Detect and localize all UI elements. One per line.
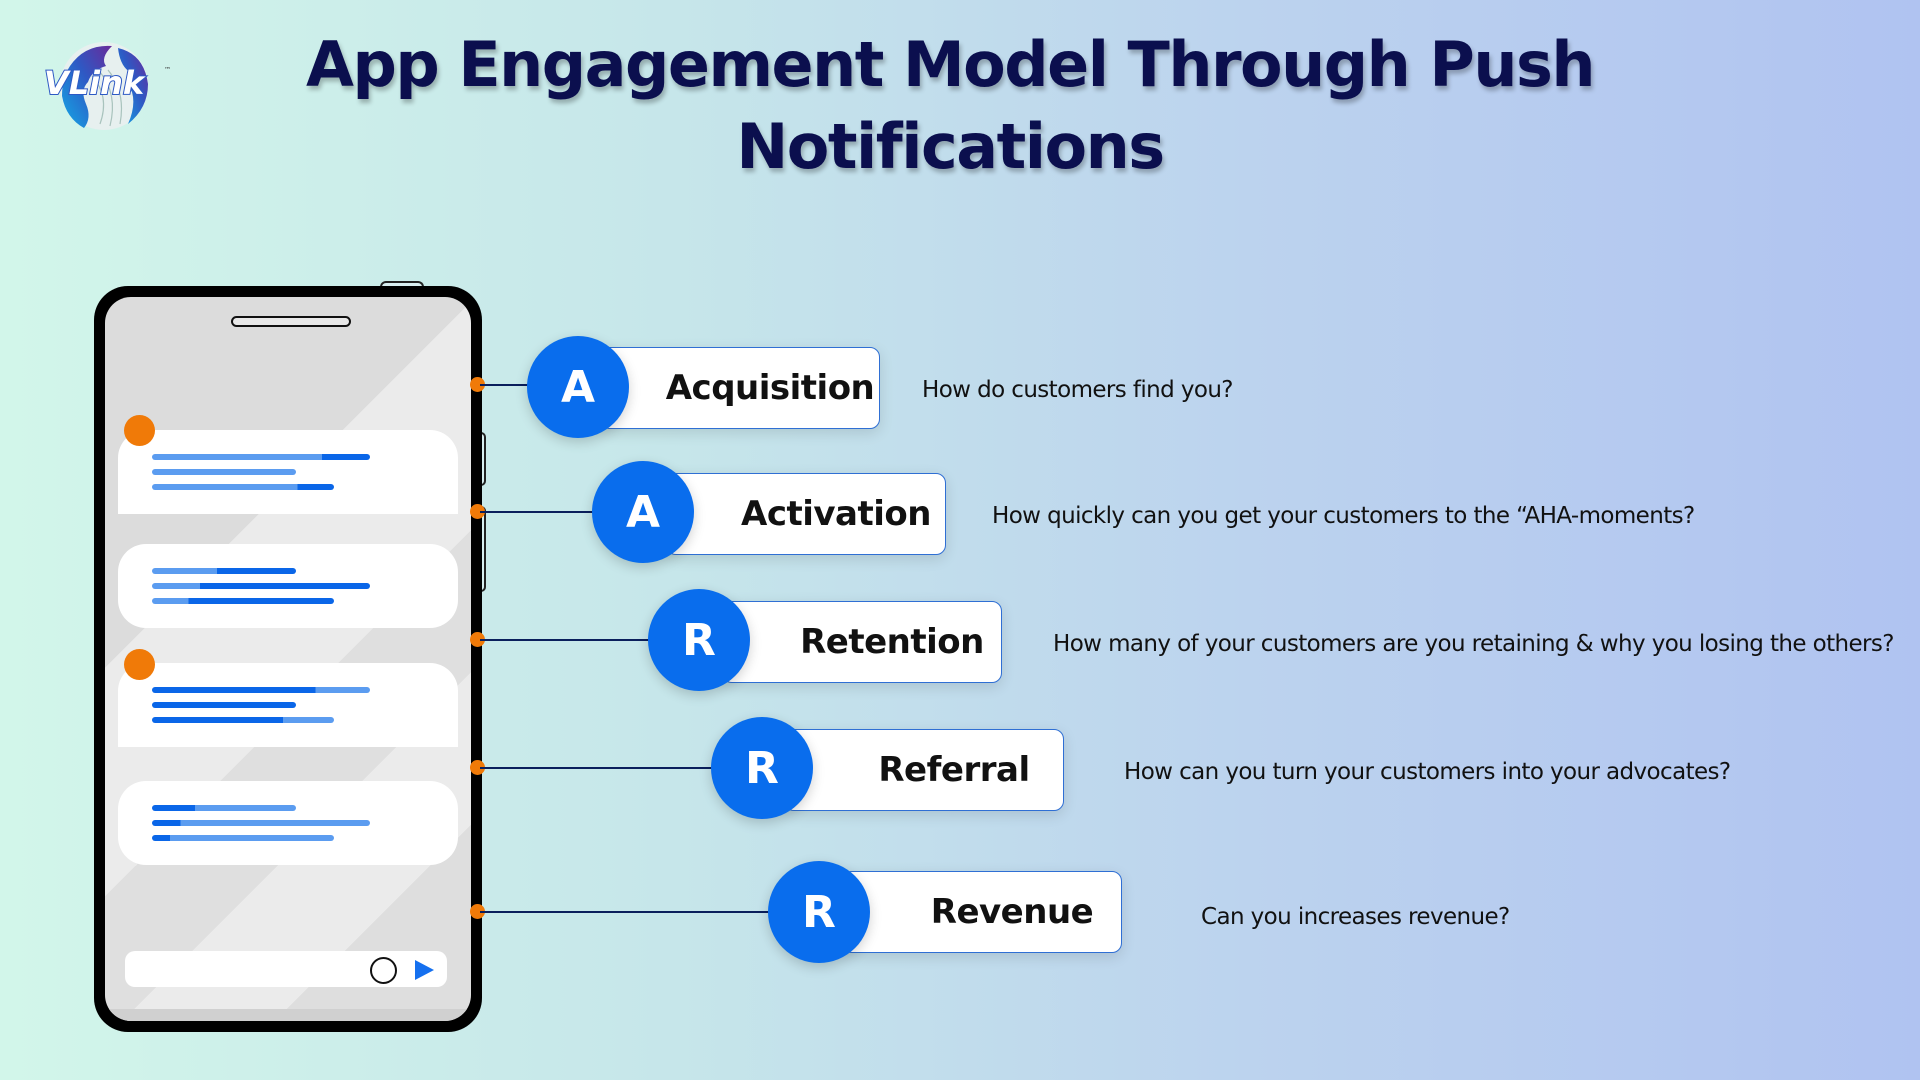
stage-label: Retention [800, 622, 984, 662]
stage-letter-badge: A [527, 336, 629, 438]
stage-revenue: Revenue [842, 871, 1122, 953]
svg-text:™: ™ [164, 66, 171, 74]
send-icon [415, 960, 434, 980]
svg-text:VLink: VLink [44, 64, 146, 102]
connector-line [480, 767, 725, 769]
text-line [152, 583, 370, 589]
text-line [152, 687, 370, 693]
globe-icon: VLink ™ [43, 42, 171, 130]
text-line [152, 702, 296, 708]
stage-activation: Activation [666, 473, 946, 555]
text-line [152, 469, 296, 475]
connector-line [480, 911, 780, 913]
stage-question: Can you increases revenue? [1201, 904, 1510, 930]
stage-label: Referral [878, 750, 1030, 790]
notification-card-1 [118, 430, 458, 514]
stage-question: How can you turn your customers into you… [1124, 759, 1731, 785]
text-line [152, 568, 296, 574]
title-line-2: Notifications [736, 110, 1165, 183]
unread-badge [124, 415, 155, 446]
unread-badge [124, 649, 155, 680]
phone-speaker [231, 316, 351, 327]
connector-line [480, 511, 605, 513]
stage-letter-badge: A [592, 461, 694, 563]
stage-referral: Referral [784, 729, 1064, 811]
stage-acquisition: Acquisition [600, 347, 880, 429]
notification-card-3 [118, 663, 458, 747]
stage-question: How quickly can you get your customers t… [992, 503, 1695, 529]
title-line-1: App Engagement Model Through Push [305, 28, 1596, 101]
stage-label: Activation [741, 494, 931, 534]
phone-screen [105, 297, 471, 1021]
text-line [152, 820, 370, 826]
phone-illustration [94, 286, 482, 1032]
text-line [152, 717, 334, 723]
stage-retention: Retention [722, 601, 1002, 683]
stage-label: Revenue [930, 892, 1094, 932]
notification-card-2 [118, 544, 458, 628]
page-title: App Engagement Model Through Push Notifi… [300, 24, 1600, 188]
stage-letter-badge: R [648, 589, 750, 691]
text-line [152, 805, 296, 811]
text-line [152, 835, 334, 841]
text-line [152, 598, 334, 604]
stage-label: Acquisition [665, 368, 875, 408]
stage-letter-badge: R [711, 717, 813, 819]
notification-card-4 [118, 781, 458, 865]
stage-letter-badge: R [768, 861, 870, 963]
text-line [152, 454, 370, 460]
connector-line [480, 639, 660, 641]
emoji-icon [370, 957, 397, 984]
vlink-logo: VLink ™ [40, 36, 180, 136]
stage-question: How many of your customers are you retai… [1053, 631, 1895, 657]
text-line [152, 484, 334, 490]
stage-question: How do customers find you? [922, 377, 1234, 403]
message-input [125, 951, 447, 987]
